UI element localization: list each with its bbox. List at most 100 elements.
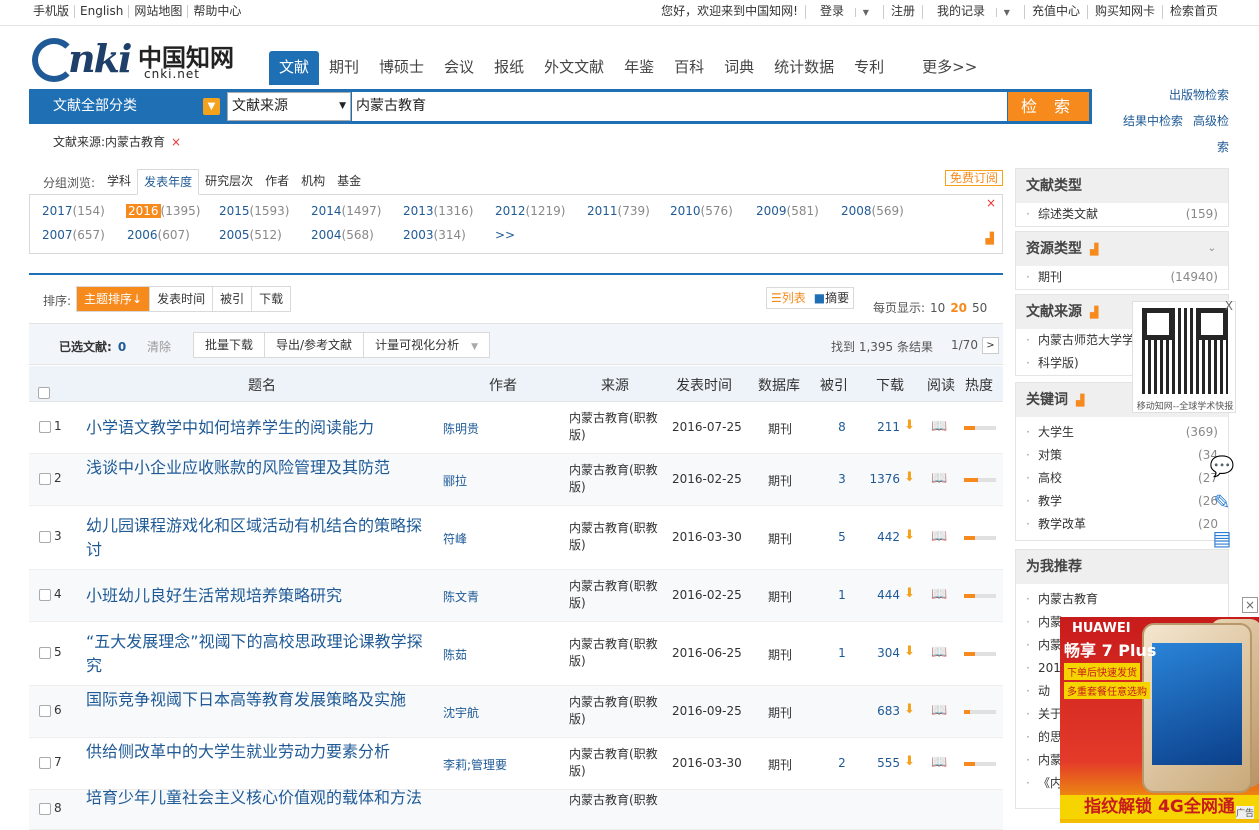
tab-yearbook[interactable]: 年鉴 bbox=[614, 51, 664, 85]
tab-conference[interactable]: 会议 bbox=[434, 51, 484, 85]
author-link[interactable]: 符峰 bbox=[443, 530, 467, 547]
year-item-2003[interactable]: 2003(314) bbox=[403, 228, 466, 242]
source-link[interactable]: 内蒙古教育(职教版) bbox=[569, 578, 669, 612]
author-link[interactable]: 沈宇航 bbox=[443, 704, 479, 721]
keyword-item[interactable]: 高校(27 bbox=[1016, 467, 1228, 490]
book-icon[interactable]: 📖 bbox=[931, 645, 947, 660]
year-item-2011[interactable]: 2011(739) bbox=[587, 204, 650, 218]
year-item-2006[interactable]: 2006(607) bbox=[127, 228, 190, 242]
export-button[interactable]: 导出/参考文献 bbox=[265, 333, 365, 357]
download-icon[interactable]: ⬇ bbox=[904, 702, 915, 717]
sort-relevance[interactable]: 主题排序↓ bbox=[77, 287, 151, 311]
field-select[interactable]: 文献来源 ▼ bbox=[227, 92, 351, 121]
year-item-2005[interactable]: 2005(512) bbox=[219, 228, 282, 242]
cnki-logo[interactable]: nki 中国知网 cnki.net bbox=[32, 36, 237, 86]
my-record-menu[interactable]: 我的记录 ▼ bbox=[921, 5, 1024, 19]
year-item-2013[interactable]: 2013(1316) bbox=[403, 204, 473, 218]
recharge-link[interactable]: 充值中心 bbox=[1023, 5, 1087, 19]
tab-encyclopedia[interactable]: 百科 bbox=[664, 51, 714, 85]
row-checkbox[interactable] bbox=[39, 647, 51, 662]
advertisement[interactable]: HUAWEI 畅享 7 Plus 下单后快速发货 多重套餐任意选购 指纹解锁 4… bbox=[1060, 617, 1259, 823]
result-title-link[interactable]: “五大发展理念”视阈下的高校思政理论课教学探究 bbox=[86, 630, 431, 678]
subscribe-button[interactable]: 免费订阅 bbox=[944, 170, 1003, 186]
year-item-2007[interactable]: 2007(657) bbox=[42, 228, 105, 242]
login-menu[interactable]: 登录 ▼ bbox=[804, 5, 883, 19]
recommend-item[interactable]: 内蒙古教育 bbox=[1016, 588, 1228, 611]
source-link[interactable]: 内蒙古教育(职教版) bbox=[569, 520, 669, 554]
row-checkbox[interactable] bbox=[39, 531, 51, 546]
remove-filter-icon[interactable]: × bbox=[171, 135, 181, 149]
result-title-link[interactable]: 浅谈中小企业应收账款的风险管理及其防范 bbox=[86, 456, 431, 480]
chevron-down-icon[interactable]: ⌄ bbox=[1208, 232, 1216, 266]
book-icon[interactable]: 📖 bbox=[931, 703, 947, 718]
author-link[interactable]: 陈茹 bbox=[443, 646, 467, 663]
clear-selection[interactable]: 清除 bbox=[147, 338, 171, 355]
result-title-link[interactable]: 小学语文教学中如何培养学生的阅读能力 bbox=[86, 416, 431, 440]
author-link[interactable]: 郦拉 bbox=[443, 472, 467, 489]
year-item-2012[interactable]: 2012(1219) bbox=[495, 204, 565, 218]
search-home-link[interactable]: 检索首页 bbox=[1161, 5, 1225, 19]
author-link[interactable]: 陈明贵 bbox=[443, 420, 479, 437]
cited-count[interactable]: 2 bbox=[836, 756, 848, 770]
book-icon[interactable]: 📖 bbox=[931, 755, 947, 770]
result-title-link[interactable]: 培育少年儿童社会主义核心价值观的载体和方法 bbox=[86, 786, 431, 810]
row-checkbox[interactable] bbox=[39, 757, 51, 772]
cited-count[interactable]: 1 bbox=[836, 588, 848, 602]
row-checkbox[interactable] bbox=[39, 803, 51, 818]
row-checkbox[interactable] bbox=[39, 421, 51, 436]
tab-newspaper[interactable]: 报纸 bbox=[484, 51, 534, 85]
year-item-2014[interactable]: 2014(1497) bbox=[311, 204, 381, 218]
chart-icon[interactable]: ▟ bbox=[1090, 306, 1098, 319]
cited-count[interactable]: 5 bbox=[836, 530, 848, 544]
source-link[interactable]: 内蒙古教育(职教版) bbox=[569, 410, 669, 444]
next-page-button[interactable]: > bbox=[982, 337, 999, 354]
group-tab-fund[interactable]: 基金 bbox=[331, 169, 367, 195]
tab-statistics[interactable]: 统计数据 bbox=[764, 51, 844, 85]
download-icon[interactable]: ⬇ bbox=[904, 470, 915, 485]
tab-thesis[interactable]: 博硕士 bbox=[369, 51, 434, 85]
download-icon[interactable]: ⬇ bbox=[904, 418, 915, 433]
per-page-50[interactable]: 50 bbox=[972, 301, 987, 315]
tab-foreign[interactable]: 外文文献 bbox=[534, 51, 614, 85]
source-link[interactable]: 内蒙古教育(职教版) bbox=[569, 746, 669, 780]
advanced-search-link[interactable]: 高级检索 bbox=[1193, 114, 1229, 154]
search-button[interactable]: 检 索 bbox=[1008, 92, 1089, 121]
keyword-item[interactable]: 大学生(369) bbox=[1016, 421, 1228, 444]
author-link[interactable]: 陈文青 bbox=[443, 588, 479, 605]
year-item-2017[interactable]: 2017(154) bbox=[42, 204, 105, 218]
year-item-2016[interactable]: 2016 (1395) bbox=[126, 204, 200, 218]
row-checkbox[interactable] bbox=[39, 589, 51, 604]
visual-analysis-button[interactable]: 计量可视化分析 ▼ bbox=[364, 333, 489, 357]
doc-type-item[interactable]: 综述类文献(159) bbox=[1016, 203, 1228, 226]
cited-count[interactable]: 3 bbox=[836, 472, 848, 486]
year-item-2008[interactable]: 2008(569) bbox=[841, 204, 904, 218]
row-checkbox[interactable] bbox=[39, 705, 51, 720]
source-link[interactable]: 内蒙古教育(职教 bbox=[569, 792, 669, 809]
keyword-item[interactable]: 对策(34 bbox=[1016, 444, 1228, 467]
source-link[interactable]: 内蒙古教育(职教版) bbox=[569, 462, 669, 496]
download-icon[interactable]: ⬇ bbox=[904, 754, 915, 769]
row-checkbox[interactable] bbox=[39, 473, 51, 488]
keyword-item[interactable]: 教学改革(20 bbox=[1016, 513, 1228, 536]
per-page-20[interactable]: 20 bbox=[950, 301, 967, 315]
result-title-link[interactable]: 国际竞争视阈下日本高等教育发展策略及实施 bbox=[86, 688, 431, 712]
group-tab-subject[interactable]: 学科 bbox=[101, 169, 137, 195]
help-link[interactable]: 帮助中心 bbox=[188, 5, 246, 18]
mobile-link[interactable]: 手机版 bbox=[33, 5, 76, 18]
result-title-link[interactable]: 小班幼儿良好生活常规培养策略研究 bbox=[86, 584, 431, 608]
year-more-link[interactable]: >> bbox=[495, 228, 515, 242]
view-list-button[interactable]: ☰列表 bbox=[767, 288, 810, 308]
year-item-2004[interactable]: 2004(568) bbox=[311, 228, 374, 242]
search-input[interactable]: 内蒙古教育 bbox=[352, 92, 1007, 121]
search-in-results-link[interactable]: 结果中检索 bbox=[1123, 114, 1183, 128]
group-tab-level[interactable]: 研究层次 bbox=[199, 169, 259, 195]
close-icon[interactable]: × bbox=[986, 196, 996, 210]
pencil-icon[interactable]: ✎ bbox=[1205, 485, 1239, 519]
publication-search-link[interactable]: 出版物检索 bbox=[1103, 82, 1229, 108]
register-link[interactable]: 注册 bbox=[882, 5, 922, 19]
source-link[interactable]: 内蒙古教育(职教版) bbox=[569, 694, 669, 728]
per-page-10[interactable]: 10 bbox=[930, 301, 945, 315]
ad-close-icon[interactable]: × bbox=[1242, 597, 1258, 613]
year-item-2009[interactable]: 2009(581) bbox=[756, 204, 819, 218]
chart-icon[interactable]: ▟ bbox=[1076, 394, 1084, 407]
